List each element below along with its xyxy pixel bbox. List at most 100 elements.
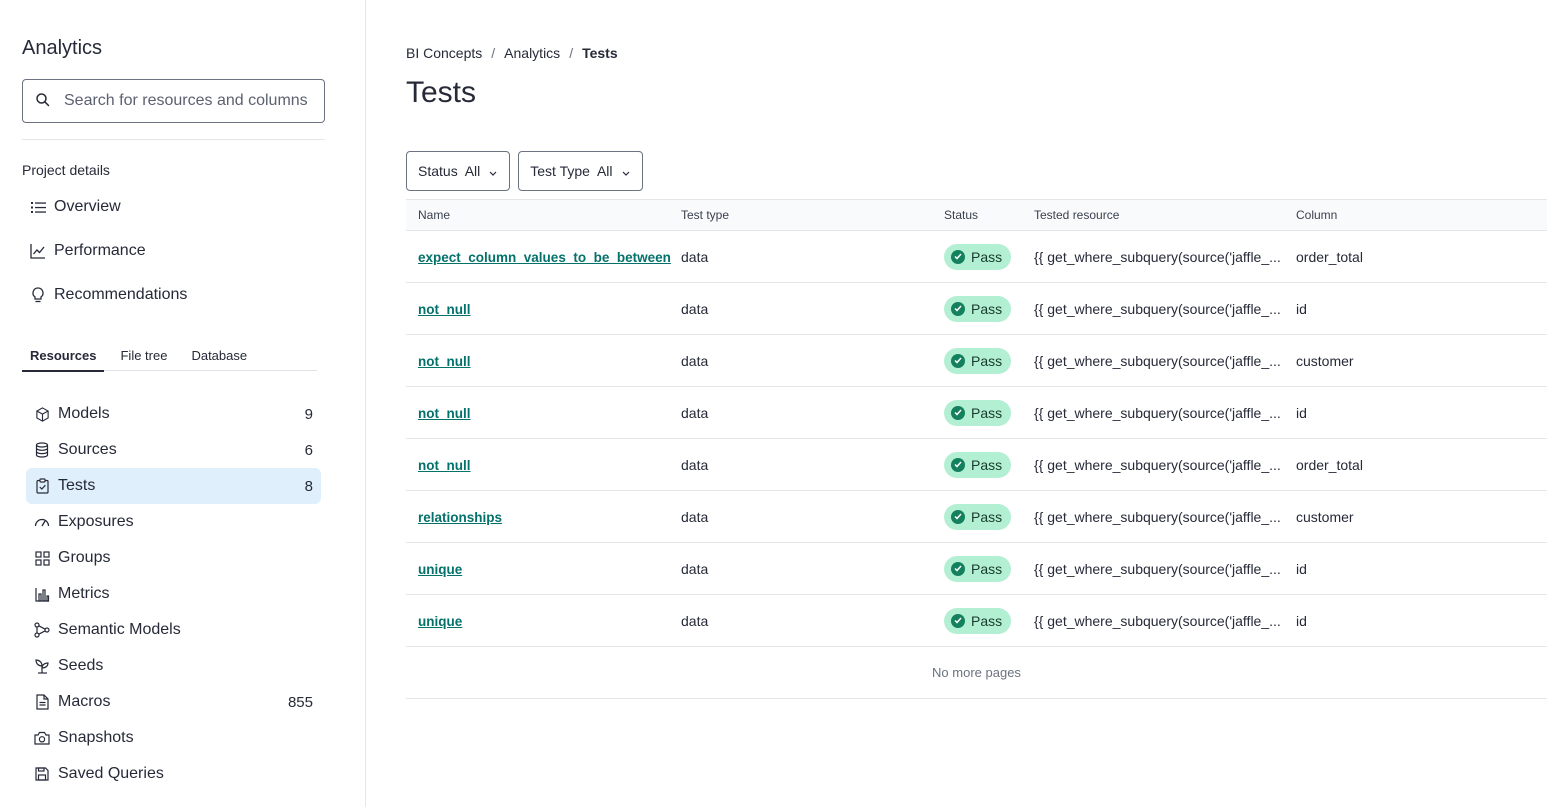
filter-bar: Status All Test Type All bbox=[406, 151, 651, 191]
search-input[interactable] bbox=[64, 92, 314, 110]
test-name-link[interactable]: not_null bbox=[418, 354, 471, 369]
test-name-link[interactable]: not_null bbox=[418, 302, 471, 317]
nav-item-overview[interactable]: Overview bbox=[22, 185, 325, 229]
breadcrumb-analytics[interactable]: Analytics bbox=[504, 45, 560, 61]
page-title: Tests bbox=[406, 76, 477, 109]
column-cell: id bbox=[1296, 612, 1307, 629]
column-cell: customer bbox=[1296, 352, 1354, 369]
resource-count: 9 bbox=[304, 405, 313, 423]
test-name-link[interactable]: relationships bbox=[418, 510, 502, 525]
graph-nodes-icon bbox=[34, 622, 50, 638]
nav-item-recommendations[interactable]: Recommendations bbox=[22, 273, 325, 317]
tab-resources[interactable]: Resources bbox=[22, 341, 105, 372]
chevron-down-icon bbox=[613, 163, 630, 179]
resource-label: Saved Queries bbox=[58, 765, 164, 782]
search-icon bbox=[35, 92, 51, 111]
divider bbox=[22, 139, 325, 140]
table-row[interactable]: not_null data Pass {{ get_where_subquery… bbox=[406, 283, 1547, 335]
app-title: Analytics bbox=[22, 37, 103, 59]
test-name-link[interactable]: expect_column_values_to_be_between bbox=[418, 250, 671, 265]
resource-item-tests[interactable]: Tests 8 bbox=[26, 468, 321, 504]
status-badge: Pass bbox=[944, 451, 1012, 478]
resource-tabs: Resources File tree Database bbox=[22, 341, 317, 372]
table-header: Name Test type Status Tested resource Co… bbox=[406, 199, 1547, 231]
list-icon bbox=[30, 199, 46, 215]
filter-value: All bbox=[464, 163, 481, 179]
resource-label: Snapshots bbox=[58, 729, 134, 746]
nav-item-label: Performance bbox=[54, 242, 146, 259]
lightbulb-icon bbox=[30, 287, 46, 303]
tested-resource-cell: {{ get_where_subquery(source('jaffle_... bbox=[1034, 248, 1281, 265]
column-header-test-type[interactable]: Test type bbox=[669, 208, 932, 222]
tested-resource-cell: {{ get_where_subquery(source('jaffle_... bbox=[1034, 560, 1281, 577]
main-content: BI Concepts / Analytics / Tests Tests St… bbox=[406, 0, 1547, 807]
gauge-icon bbox=[34, 514, 50, 530]
search-box[interactable] bbox=[22, 79, 325, 123]
resource-item-snapshots[interactable]: Snapshots bbox=[26, 720, 321, 756]
test-type-filter-dropdown[interactable]: Test Type All bbox=[518, 151, 643, 191]
resource-item-seeds[interactable]: Seeds bbox=[26, 648, 321, 684]
tab-file-tree[interactable]: File tree bbox=[112, 341, 175, 371]
table-row[interactable]: unique data Pass {{ get_where_subquery(s… bbox=[406, 543, 1547, 595]
status-text: Pass bbox=[971, 612, 1003, 629]
tab-database[interactable]: Database bbox=[183, 341, 255, 371]
resource-item-macros[interactable]: Macros 855 bbox=[26, 684, 321, 720]
column-cell: id bbox=[1296, 404, 1307, 421]
test-type-cell: data bbox=[681, 456, 709, 473]
resource-item-exposures[interactable]: Exposures bbox=[26, 504, 321, 540]
test-name-link[interactable]: not_null bbox=[418, 458, 471, 473]
resource-label: Exposures bbox=[58, 513, 134, 530]
nav-item-label: Recommendations bbox=[54, 286, 188, 303]
status-filter-dropdown[interactable]: Status All bbox=[406, 151, 511, 191]
tested-resource-cell: {{ get_where_subquery(source('jaffle_... bbox=[1034, 508, 1281, 525]
resource-count: 8 bbox=[304, 477, 313, 495]
resource-item-groups[interactable]: Groups bbox=[26, 540, 321, 576]
breadcrumb-bi-concepts[interactable]: BI Concepts bbox=[406, 45, 482, 61]
resource-list: Models 9 Sources 6 Tests 8 Exposures Gro… bbox=[26, 396, 321, 792]
test-type-cell: data bbox=[681, 404, 709, 421]
status-badge: Pass bbox=[944, 243, 1012, 270]
status-text: Pass bbox=[971, 300, 1003, 317]
grid-icon bbox=[34, 550, 50, 566]
resource-item-saved-queries[interactable]: Saved Queries bbox=[26, 756, 321, 792]
table-row[interactable]: expect_column_values_to_be_between data … bbox=[406, 231, 1547, 283]
check-circle-icon bbox=[951, 457, 965, 472]
test-name-link[interactable]: unique bbox=[418, 562, 462, 577]
table-row[interactable]: not_null data Pass {{ get_where_subquery… bbox=[406, 439, 1547, 491]
tested-resource-cell: {{ get_where_subquery(source('jaffle_... bbox=[1034, 352, 1281, 369]
table-row[interactable]: unique data Pass {{ get_where_subquery(s… bbox=[406, 595, 1547, 647]
status-text: Pass bbox=[971, 508, 1003, 525]
column-header-column[interactable]: Column bbox=[1284, 208, 1547, 222]
test-type-cell: data bbox=[681, 560, 709, 577]
status-text: Pass bbox=[971, 560, 1003, 577]
check-circle-icon bbox=[951, 561, 965, 576]
resource-item-metrics[interactable]: Metrics bbox=[26, 576, 321, 612]
test-type-cell: data bbox=[681, 508, 709, 525]
column-cell: order_total bbox=[1296, 248, 1363, 265]
cube-icon bbox=[34, 406, 50, 422]
nav-item-label: Overview bbox=[54, 198, 121, 215]
column-header-tested-resource[interactable]: Tested resource bbox=[1022, 208, 1284, 222]
filter-label: Status bbox=[418, 163, 458, 179]
status-badge: Pass bbox=[944, 347, 1012, 374]
project-details-label: Project details bbox=[22, 162, 110, 178]
table-row[interactable]: not_null data Pass {{ get_where_subquery… bbox=[406, 335, 1547, 387]
test-name-link[interactable]: unique bbox=[418, 614, 462, 629]
column-header-status[interactable]: Status bbox=[932, 208, 1022, 222]
resource-item-models[interactable]: Models 9 bbox=[26, 396, 321, 432]
resource-item-sources[interactable]: Sources 6 bbox=[26, 432, 321, 468]
test-name-link[interactable]: not_null bbox=[418, 406, 471, 421]
check-circle-icon bbox=[951, 353, 965, 368]
filter-value: All bbox=[596, 163, 613, 179]
nav-item-performance[interactable]: Performance bbox=[22, 229, 325, 273]
resource-item-semantic-models[interactable]: Semantic Models bbox=[26, 612, 321, 648]
column-header-name[interactable]: Name bbox=[406, 208, 669, 222]
table-row[interactable]: not_null data Pass {{ get_where_subquery… bbox=[406, 387, 1547, 439]
status-text: Pass bbox=[971, 456, 1003, 473]
check-circle-icon bbox=[951, 405, 965, 420]
check-circle-icon bbox=[951, 301, 965, 316]
table-row[interactable]: relationships data Pass {{ get_where_sub… bbox=[406, 491, 1547, 543]
breadcrumb: BI Concepts / Analytics / Tests bbox=[406, 45, 618, 61]
resource-label: Tests bbox=[58, 477, 96, 494]
column-cell: id bbox=[1296, 560, 1307, 577]
